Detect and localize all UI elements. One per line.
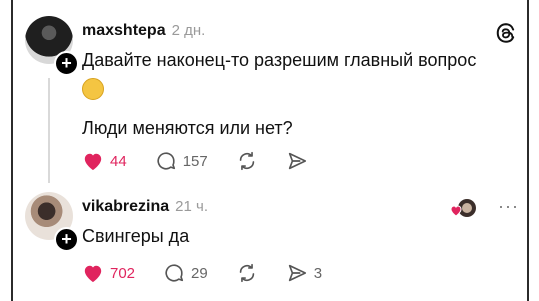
username[interactable]: vikabrezina (82, 198, 169, 216)
timestamp: 21 ч. (175, 198, 208, 215)
thread-connector (48, 78, 50, 183)
heart-icon (84, 265, 102, 283)
comment-button[interactable]: 29 (163, 262, 208, 284)
comment-button[interactable]: 157 (155, 150, 208, 172)
like-count: 702 (110, 264, 136, 282)
share-icon (288, 152, 306, 170)
more-icon[interactable]: ··· (498, 196, 519, 217)
share-icon (288, 264, 306, 282)
post-text: Давайте наконец-то разрешим главный вопр… (82, 50, 477, 70)
like-button[interactable]: 702 (82, 263, 135, 283)
post-text: Свингеры да (82, 226, 190, 246)
thinking-emoji-icon (82, 78, 104, 100)
post-text-question: Люди меняются или нет? (82, 118, 293, 138)
post-actions: 44 157 (82, 150, 336, 172)
username[interactable]: maxshtepa (82, 22, 166, 40)
post-header: maxshtepa 2 дн. (82, 22, 205, 40)
repost-icon (239, 151, 254, 171)
comment-count: 29 (191, 264, 208, 282)
like-count: 44 (110, 152, 127, 170)
heart-icon (84, 153, 102, 171)
share-button[interactable]: 3 (286, 262, 322, 284)
thread-reply: + vikabrezina 21 ч. ··· Свингеры да 702 … (20, 192, 519, 297)
comment-count: 157 (182, 152, 208, 170)
thread-post: + maxshtepa 2 дн. Давайте наконец-то раз… (20, 16, 519, 186)
right-border (527, 0, 529, 301)
post-actions: 702 29 3 (82, 262, 350, 284)
like-button[interactable]: 44 (82, 151, 127, 171)
share-button[interactable] (286, 150, 308, 172)
comment-icon (165, 264, 184, 282)
repost-button[interactable] (236, 150, 258, 172)
repost-button[interactable] (236, 262, 258, 284)
liked-by-author-icon (450, 199, 476, 217)
post-header: vikabrezina 21 ч. (82, 198, 208, 216)
threads-logo-icon (496, 23, 515, 43)
left-border (11, 0, 13, 301)
repost-icon (239, 263, 254, 283)
comment-icon (157, 152, 175, 170)
timestamp: 2 дн. (171, 22, 206, 39)
follow-plus-icon[interactable]: + (54, 227, 79, 252)
follow-plus-icon[interactable]: + (54, 51, 79, 76)
share-count: 3 (313, 264, 323, 282)
